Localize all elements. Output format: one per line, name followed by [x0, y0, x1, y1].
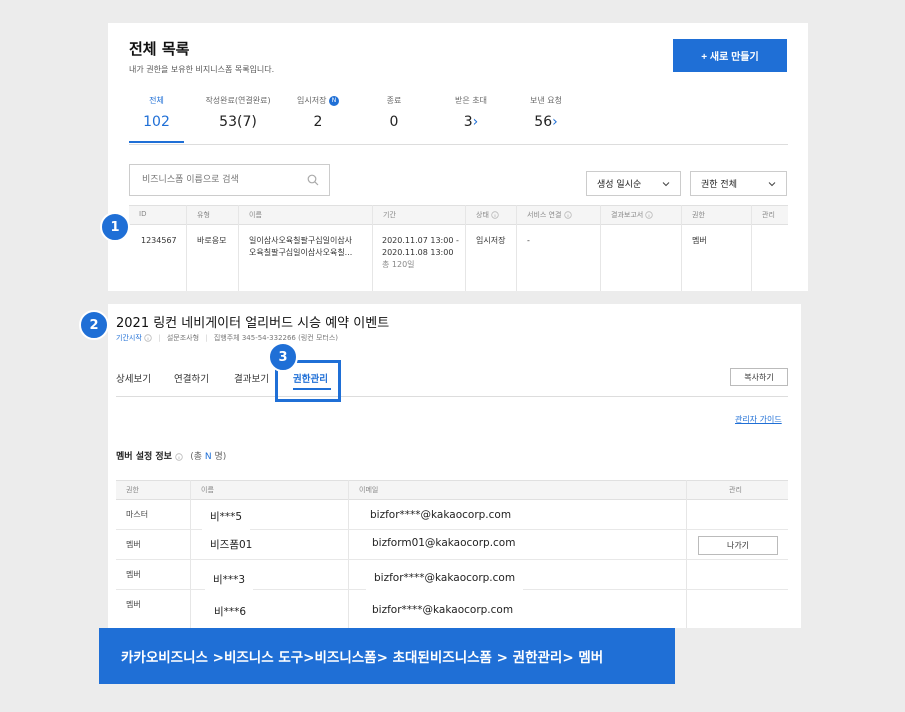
tab-completed[interactable]: 작성완료(연결완료) 53(7) — [200, 95, 276, 130]
row-period: 2020.11.07 13:00 - 2020.11.08 13:00 총 12… — [382, 236, 459, 269]
tab-all[interactable]: 전체 102 — [129, 95, 184, 130]
tab-connect[interactable]: 연결하기 — [174, 371, 209, 385]
col-type: 유형 — [197, 211, 210, 219]
member-table-header — [116, 480, 788, 500]
form-detail-panel: 2021 링컨 네비게이터 얼리버드 시승 예약 이벤트 기간시작 | 설문조사… — [108, 304, 801, 628]
col-permission: 권한 — [692, 211, 705, 219]
info-icon[interactable] — [175, 452, 183, 461]
tab-received-invites[interactable]: 받은 초대 3› — [446, 95, 496, 130]
table-header — [129, 205, 788, 225]
tabs-divider — [129, 144, 788, 145]
tabs-divider — [116, 396, 788, 397]
admin-guide-link[interactable]: 관리자 가이드 — [735, 414, 782, 425]
new-form-button[interactable]: + 새로 만들기 — [673, 39, 787, 72]
col-name: 이름 — [249, 211, 262, 219]
info-icon[interactable] — [491, 211, 499, 219]
table-row: 멤버 비***3 bizfor****@kakaocorp.com — [116, 560, 788, 593]
info-icon[interactable] — [563, 211, 572, 219]
col-report: 결과보고서 — [611, 210, 654, 220]
tab-ended[interactable]: 종료 0 — [374, 95, 414, 130]
chevron-right-icon: › — [472, 114, 479, 130]
table-row: 멤버 비***6 bizfor****@kakaocorp.com — [116, 590, 788, 625]
sort-select[interactable]: 생성 일시순 — [586, 171, 681, 196]
col-service: 서비스 연결 — [527, 210, 572, 220]
row-name[interactable]: 일이삼사오육칠팔구십일이삼사 오육칠팔구십일이삼사오육칠... — [249, 235, 352, 259]
breadcrumb-banner: 카카오비즈니스 >비즈니스 도구>비즈니스폼> 초대된비즈니스폼 > 권한관리>… — [99, 628, 675, 684]
table-row: 멤버 비즈폼01 bizform01@kakaocorp.com 나가기 — [116, 530, 788, 560]
search-input[interactable] — [130, 165, 329, 195]
tab-details[interactable]: 상세보기 — [116, 371, 151, 385]
search-icon[interactable] — [307, 174, 319, 186]
col-id: ID — [139, 210, 147, 218]
leave-button[interactable]: 나가기 — [698, 536, 778, 555]
tab-results[interactable]: 결과보기 — [234, 371, 269, 385]
copy-button[interactable]: 복사하기 — [730, 368, 788, 386]
form-list-panel: 전체 목록 내가 권한을 보유한 비지니스폼 목록입니다. + 새로 만들기 전… — [108, 23, 808, 291]
new-badge: N — [329, 95, 339, 106]
info-icon[interactable] — [144, 334, 152, 342]
tab-draft[interactable]: 임시저장 N 2 — [288, 95, 348, 130]
permission-select[interactable]: 권한 전체 — [690, 171, 787, 196]
chevron-down-icon — [768, 181, 776, 186]
step-marker-3: 3 — [268, 342, 298, 372]
col-status: 상태 — [476, 210, 499, 220]
page-title: 전체 목록 — [129, 40, 190, 58]
chevron-right-icon: › — [552, 114, 558, 130]
table-row: 마스터 비***5 bizfor****@kakaocorp.com — [116, 500, 788, 530]
col-manage: 관리 — [762, 211, 775, 219]
active-tab-indicator — [129, 141, 184, 143]
step-marker-2: 2 — [79, 310, 109, 340]
col-period: 기간 — [383, 211, 396, 219]
info-icon[interactable] — [645, 211, 654, 219]
search-box[interactable] — [129, 164, 330, 196]
step-marker-1: 1 — [100, 212, 130, 242]
chevron-down-icon — [662, 181, 670, 186]
form-meta: 기간시작 | 설문조사형 | 집행주체 345-54-332266 (링컨 모터… — [116, 334, 338, 342]
page-subtitle: 내가 권한을 보유한 비지니스폼 목록입니다. — [129, 65, 275, 74]
member-settings-title: 멤버 설정 정보 (총 N 명) — [116, 452, 227, 462]
form-title: 2021 링컨 네비게이터 얼리버드 시승 예약 이벤트 — [116, 316, 390, 331]
tab-sent-requests[interactable]: 보낸 요청 56› — [521, 95, 571, 130]
